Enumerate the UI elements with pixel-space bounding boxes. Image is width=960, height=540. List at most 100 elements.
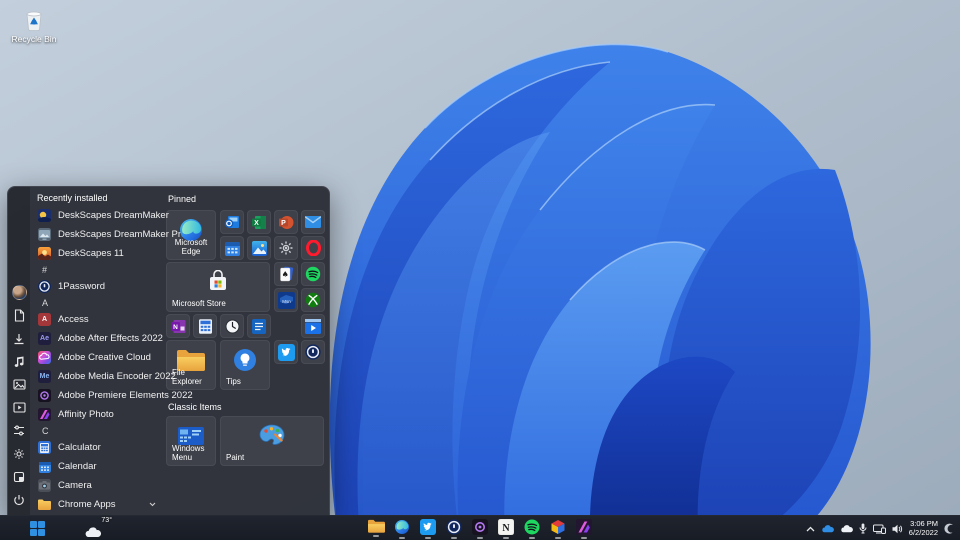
app-item-calculator[interactable]: Calculator: [30, 438, 166, 457]
svg-text:N: N: [173, 324, 178, 331]
outlook-icon: [224, 214, 240, 230]
app-item-deskscapes-dreammaker[interactable]: DeskScapes DreamMaker: [30, 206, 166, 225]
tile-notepad[interactable]: [247, 314, 271, 338]
solitaire-icon: ♠: [279, 266, 294, 282]
premiere-elements-icon: [472, 519, 488, 535]
spotify-icon: [305, 266, 321, 282]
taskbar-notion[interactable]: N: [497, 519, 515, 539]
xbox-icon: [305, 292, 321, 308]
tile-twitter[interactable]: [274, 340, 298, 364]
taskbar-3d-box[interactable]: [549, 519, 567, 539]
filters-icon[interactable]: [9, 419, 29, 442]
cloud-icon[interactable]: [840, 524, 853, 533]
pictures-icon[interactable]: [9, 373, 29, 396]
tile-tips[interactable]: Tips: [220, 340, 270, 390]
tile-opera[interactable]: [301, 236, 325, 260]
onenote-icon: N: [171, 319, 186, 334]
taskbar-twitter[interactable]: [419, 519, 437, 539]
taskbar-file-explorer[interactable]: [367, 519, 385, 537]
onedrive-cloud-icon[interactable]: [821, 524, 834, 533]
hidden-icons-chevron[interactable]: [806, 526, 815, 532]
app-item-chrome-apps[interactable]: Chrome Apps: [30, 495, 166, 514]
user-avatar[interactable]: [9, 281, 29, 304]
recycle-bin-shortcut[interactable]: Recycle Bin: [8, 8, 60, 44]
mail-icon: [305, 216, 321, 228]
tray-clock[interactable]: 3:06 PM 6/2/2022: [909, 520, 938, 537]
tile-clock[interactable]: [220, 314, 244, 338]
app-item-after-effects[interactable]: Ae Adobe After Effects 2022: [30, 329, 166, 348]
tile-photos[interactable]: [247, 236, 271, 260]
downloads-icon[interactable]: [9, 327, 29, 350]
app-item-affinity-photo[interactable]: Affinity Photo: [30, 405, 166, 424]
tile-spotify[interactable]: [301, 262, 325, 286]
app-item-access[interactable]: A Access: [30, 310, 166, 329]
weather-widget[interactable]: 73°: [84, 518, 112, 539]
power-icon[interactable]: [9, 488, 29, 511]
app-item-premiere-elements[interactable]: Adobe Premiere Elements 2022: [30, 386, 166, 405]
access-icon: A: [38, 313, 51, 326]
deskscapes-dreammaker-icon: [38, 209, 51, 222]
microphone-icon[interactable]: [859, 523, 867, 534]
app-item-1password[interactable]: 1Password: [30, 277, 166, 296]
windows-menu-icon: [178, 427, 204, 445]
settings-gear-icon[interactable]: [9, 442, 29, 465]
affinity-photo-icon: [38, 408, 51, 421]
edge-icon: [394, 519, 410, 535]
powerpoint-icon: P: [279, 215, 294, 230]
app-item-deskscapes-dreammaker-pro[interactable]: DeskScapes DreamMaker Pro: [30, 225, 166, 244]
tile-outlook[interactable]: [220, 210, 244, 234]
cloud-weather-icon: [84, 526, 101, 538]
volume-icon[interactable]: [892, 524, 903, 534]
chevron-down-icon[interactable]: [149, 502, 156, 507]
app-item-camera[interactable]: Camera: [30, 476, 166, 495]
deskscapes-11-icon: [38, 247, 51, 260]
tile-microsoft-store[interactable]: Microsoft Store: [166, 262, 270, 312]
start-app-list: Recently installed DeskScapes DreamMaker…: [30, 189, 166, 514]
app-item-creative-cloud[interactable]: Adobe Creative Cloud: [30, 348, 166, 367]
tile-xbox[interactable]: [301, 288, 325, 312]
letter-separator-hash[interactable]: #: [30, 263, 166, 277]
creative-cloud-icon: [38, 351, 51, 364]
taskbar-premiere-elements[interactable]: [471, 519, 489, 539]
taskbar-affinity-photo[interactable]: [575, 519, 593, 539]
start-button[interactable]: [28, 520, 46, 537]
tile-excel[interactable]: X: [247, 210, 271, 234]
letter-separator-c[interactable]: C: [30, 424, 166, 438]
tile-solitaire[interactable]: ♠: [274, 262, 298, 286]
tile-label: Microsoft Store: [172, 299, 269, 308]
tile-onenote[interactable]: N: [166, 314, 190, 338]
taskbar-edge[interactable]: [393, 519, 411, 539]
tile-file-explorer[interactable]: File Explorer: [166, 340, 216, 390]
letter-separator-a[interactable]: A: [30, 296, 166, 310]
recycle-bin-label: Recycle Bin: [12, 34, 57, 44]
tile-settings[interactable]: [274, 236, 298, 260]
app-item-deskscapes-11[interactable]: DeskScapes 11: [30, 244, 166, 263]
app-item-calendar[interactable]: Calendar: [30, 457, 166, 476]
videos-icon[interactable]: [9, 396, 29, 419]
tile-powerpoint[interactable]: P: [274, 210, 298, 234]
tile-mail[interactable]: [301, 210, 325, 234]
music-icon[interactable]: [9, 350, 29, 373]
cast-device-icon[interactable]: [873, 524, 886, 534]
1password-icon: [446, 519, 462, 535]
deskscapes-pro-icon: [38, 228, 51, 241]
app-item-media-encoder[interactable]: Me Adobe Media Encoder 2022: [30, 367, 166, 386]
tile-calculator[interactable]: [193, 314, 217, 338]
tile-label: Tips: [226, 377, 269, 386]
taskbar-1password[interactable]: [445, 519, 463, 539]
msn-text: Msn: [282, 299, 291, 304]
tile-microsoft-edge[interactable]: Microsoft Edge: [166, 210, 216, 260]
spotify-icon: [524, 519, 540, 535]
tile-calendar[interactable]: [220, 236, 244, 260]
settings-gear-icon: [278, 240, 294, 256]
tile-paint[interactable]: Paint: [220, 416, 324, 466]
tile-movies-tv[interactable]: [301, 314, 325, 338]
tile-windows-menu[interactable]: Windows Menu: [166, 416, 216, 466]
clock-icon: [225, 319, 240, 334]
tile-msn[interactable]: Msn: [274, 288, 298, 312]
documents-icon[interactable]: [9, 304, 29, 327]
apps-icon[interactable]: [9, 465, 29, 488]
moon-icon[interactable]: [944, 523, 955, 534]
tile-1password[interactable]: [301, 340, 325, 364]
taskbar-spotify[interactable]: [523, 519, 541, 539]
